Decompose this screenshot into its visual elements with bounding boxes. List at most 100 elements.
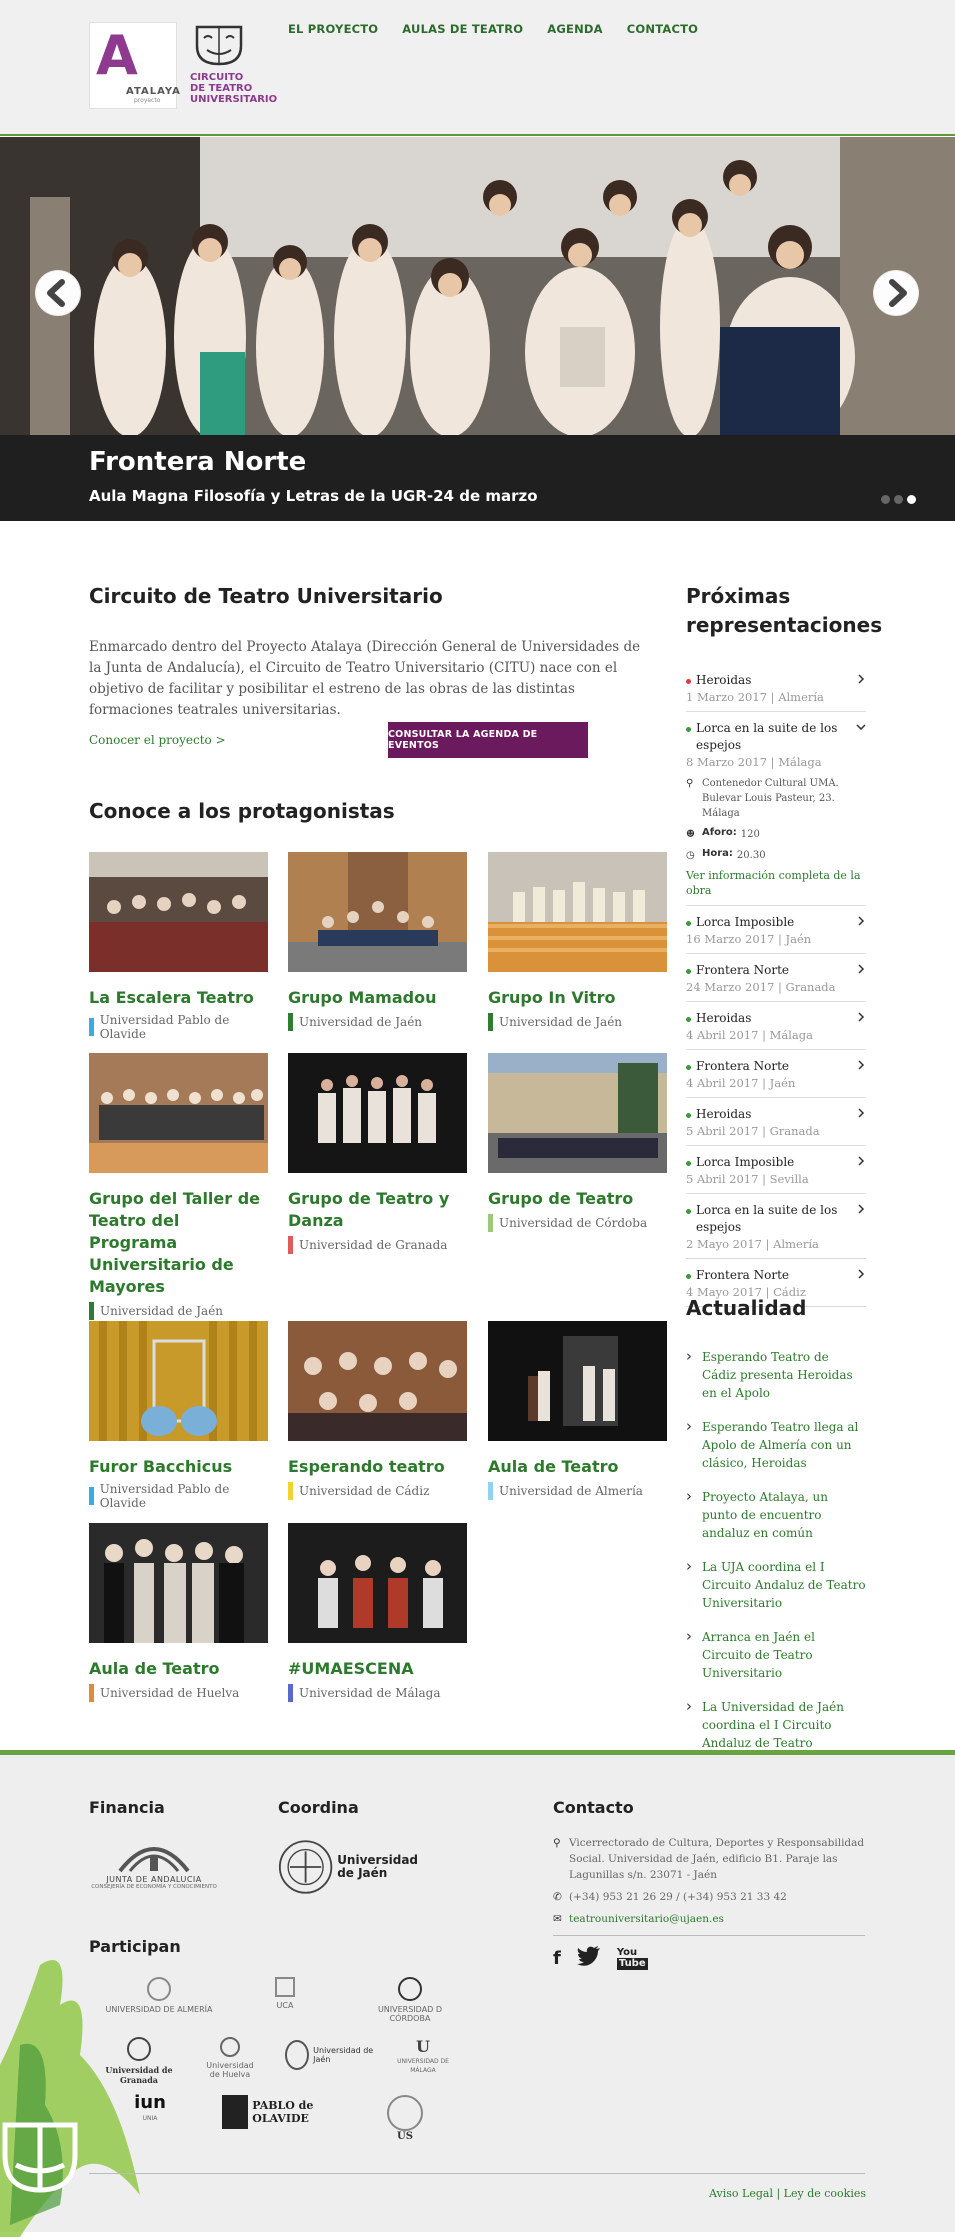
group-photo: [488, 1053, 667, 1173]
news-item[interactable]: Esperando Teatro de Cádiz presenta Heroi…: [686, 1347, 866, 1402]
group-card[interactable]: Grupo de Teatro Universidad de Córdoba: [488, 1053, 667, 1232]
group-photo: [288, 1523, 467, 1643]
atalaya-logo-sub: proyecto: [134, 97, 161, 104]
hero-caption: Frontera Norte Aula Magna Filosofía y Le…: [0, 435, 955, 521]
junta-andalucia-logo[interactable]: JUNTA DE ANDALUCIA CONSEJERÍA DE ECONOMÍ…: [89, 1835, 219, 1890]
participant-logo[interactable]: iun UNIA: [125, 2093, 175, 2123]
contact-address: Vicerrectorado de Cultura, Deportes y Re…: [569, 1837, 865, 1881]
group-name: Esperando teatro: [288, 1457, 445, 1476]
university-color-bar: [488, 1214, 493, 1232]
event-item[interactable]: Heroidas 1 Marzo 2017 | Almería: [686, 664, 866, 712]
group-name: #UMAESCENA: [288, 1659, 414, 1678]
footer-divider: [89, 2173, 865, 2174]
event-item[interactable]: Lorca Imposible 16 Marzo 2017 | Jaén: [686, 906, 866, 954]
uja-logo[interactable]: Universidad de Jaén: [278, 1837, 418, 1897]
cookies-link[interactable]: Ley de cookies: [784, 2187, 866, 2200]
legal-links: Aviso Legal | Ley de cookies: [709, 2187, 866, 2200]
group-university: Universidad de Jaén: [288, 1013, 467, 1031]
aviso-legal-link[interactable]: Aviso Legal: [709, 2187, 773, 2200]
citu-logo[interactable]: CIRCUITO DE TEATRO UNIVERSITARIO: [190, 22, 280, 112]
news-item[interactable]: Arranca en Jaén el Circuito de Teatro Un…: [686, 1627, 866, 1682]
participant-logo[interactable]: UNIVERSIDAD D CÓRDOBA: [360, 1977, 460, 2023]
atalaya-logo[interactable]: A ATALAYA proyecto: [89, 22, 180, 109]
participant-logo[interactable]: PABLO de OLAVIDE: [222, 2095, 332, 2129]
group-photo: [288, 1321, 467, 1441]
hero-dot-1[interactable]: [881, 495, 890, 504]
nav-el-proyecto[interactable]: EL PROYECTO: [288, 22, 378, 36]
participant-logo[interactable]: Universidad de Huelva: [205, 2037, 255, 2079]
contact-email-link[interactable]: teatrouniversitario@ujaen.es: [569, 1911, 724, 1927]
event-more-link[interactable]: Ver información completa de la obra: [686, 869, 861, 897]
hero-dot-3[interactable]: [907, 495, 916, 504]
participant-logo[interactable]: UCA: [255, 1977, 315, 2010]
hero-prev-button[interactable]: [35, 270, 81, 316]
group-card[interactable]: Furor Bacchicus Universidad Pablo de Ola…: [89, 1321, 268, 1510]
main-nav: EL PROYECTO AULAS DE TEATRO AGENDA CONTA…: [288, 22, 698, 36]
group-card[interactable]: Aula de Teatro Universidad de Huelva: [89, 1523, 268, 1702]
site-header: A ATALAYA proyecto CIRCUITO DE TEATRO UN…: [0, 0, 955, 136]
participant-logo[interactable]: Universidad de Jaén: [285, 2040, 375, 2070]
nav-contacto[interactable]: CONTACTO: [627, 22, 698, 36]
facebook-icon[interactable]: f: [553, 1948, 561, 1969]
group-card[interactable]: Grupo In Vitro Universidad de Jaén: [488, 852, 667, 1031]
group-name: Furor Bacchicus: [89, 1457, 233, 1476]
twitter-icon[interactable]: [576, 1946, 601, 1971]
event-item[interactable]: Heroidas 5 Abril 2017 | Granada: [686, 1098, 866, 1146]
chevron-down-icon: [856, 724, 866, 731]
phone-icon: ✆: [553, 1891, 562, 1903]
group-name: Grupo del Taller de Teatro del Programa …: [89, 1189, 261, 1296]
group-photo: [488, 1321, 667, 1441]
group-photo: [89, 852, 268, 972]
group-card[interactable]: Grupo de Teatro y Danza Universidad de G…: [288, 1053, 467, 1254]
group-card[interactable]: #UMAESCENA Universidad de Málaga: [288, 1523, 467, 1702]
event-item[interactable]: Frontera Norte 4 Abril 2017 | Jaén: [686, 1050, 866, 1098]
clock-icon: ◷: [686, 850, 695, 861]
hero-photo: [0, 137, 955, 435]
protagonists-heading: Conoce a los protagonistas: [89, 799, 395, 823]
chevron-right-icon: [858, 1156, 865, 1166]
participant-logo[interactable]: U UNIVERSIDAD DE MÁLAGA: [393, 2037, 453, 2074]
event-item-expanded[interactable]: Lorca en la suite de los espejos 8 Marzo…: [686, 712, 866, 906]
hero-subtitle: Aula Magna Filosofía y Letras de la UGR-…: [89, 487, 538, 505]
agenda-button[interactable]: CONSULTAR LA AGENDA DE EVENTOS: [388, 722, 588, 758]
chevron-right-icon: [858, 1012, 865, 1022]
group-card[interactable]: Grupo Mamadou Universidad de Jaén: [288, 852, 467, 1031]
group-card[interactable]: Esperando teatro Universidad de Cádiz: [288, 1321, 467, 1500]
nav-agenda[interactable]: AGENDA: [547, 22, 602, 36]
participant-logo[interactable]: Universidad de Granada: [89, 2037, 189, 2085]
group-name: Aula de Teatro: [89, 1659, 220, 1678]
contact-block: ⚲ Vicerrectorado de Cultura, Deportes y R…: [553, 1835, 865, 1971]
group-card[interactable]: Grupo del Taller de Teatro del Programa …: [89, 1053, 268, 1320]
chevron-left-icon: [36, 271, 80, 315]
nav-aulas-de-teatro[interactable]: AULAS DE TEATRO: [402, 22, 523, 36]
news-item[interactable]: La UJA coordina el I Circuito Andaluz de…: [686, 1557, 866, 1612]
group-card[interactable]: Aula de Teatro Universidad de Almería: [488, 1321, 667, 1500]
hero-next-button[interactable]: [873, 270, 919, 316]
hero-dot-2[interactable]: [894, 495, 903, 504]
youtube-icon[interactable]: You Tube: [616, 1947, 648, 1970]
event-item[interactable]: Heroidas 4 Abril 2017 | Málaga: [686, 1002, 866, 1050]
group-university: Universidad de Jaén: [89, 1302, 268, 1320]
group-university: Universidad de Córdoba: [488, 1214, 667, 1232]
uja-seal-icon: [278, 1840, 333, 1894]
university-color-bar: [89, 1018, 94, 1036]
participant-logo[interactable]: US: [380, 2095, 430, 2142]
chevron-right-icon: [858, 674, 865, 684]
chevron-right-icon: [858, 964, 865, 974]
event-item[interactable]: Frontera Norte 24 Marzo 2017 | Granada: [686, 954, 866, 1002]
university-color-bar: [89, 1684, 94, 1702]
group-university: Universidad de Cádiz: [288, 1482, 467, 1500]
event-item[interactable]: Lorca en la suite de los espejos 2 Mayo …: [686, 1194, 866, 1259]
group-card[interactable]: La Escalera Teatro Universidad Pablo de …: [89, 852, 268, 1041]
financia-heading: Financia: [89, 1798, 165, 1817]
news-item[interactable]: Esperando Teatro llega al Apolo de Almer…: [686, 1417, 866, 1472]
upcoming-sidebar: Próximas representaciones Heroidas 1 Mar…: [686, 582, 882, 1307]
event-aforo: 120: [740, 829, 760, 840]
know-project-link[interactable]: Conocer el proyecto >: [89, 733, 226, 747]
news-item[interactable]: Proyecto Atalaya, un punto de encuentro …: [686, 1487, 866, 1542]
participant-logo[interactable]: UNIVERSIDAD DE ALMERÍA: [89, 1977, 229, 2014]
group-name: Grupo Mamadou: [288, 988, 437, 1007]
group-photo: [89, 1523, 268, 1643]
university-color-bar: [89, 1302, 94, 1320]
event-item[interactable]: Lorca Imposible 5 Abril 2017 | Sevilla: [686, 1146, 866, 1194]
